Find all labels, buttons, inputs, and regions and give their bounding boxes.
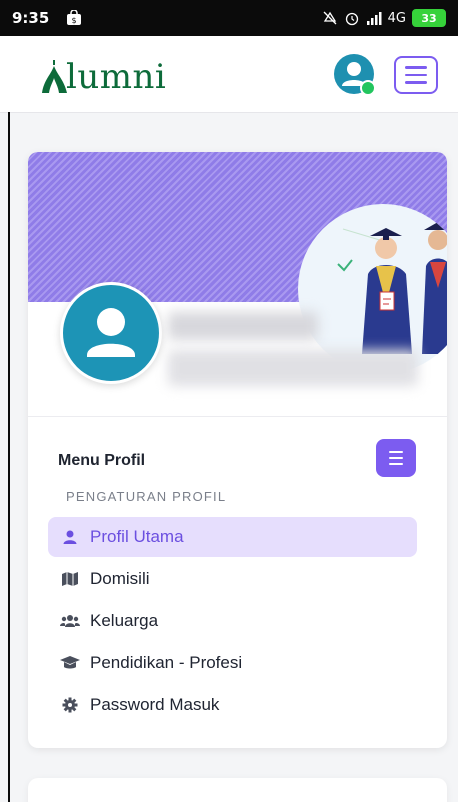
- menu-item-label: Keluarga: [90, 611, 159, 630]
- online-status-dot: [360, 80, 376, 96]
- profile-avatar[interactable]: [60, 282, 162, 384]
- map-icon: [60, 569, 80, 589]
- next-card: [28, 778, 447, 802]
- users-icon: [60, 611, 80, 631]
- menu-item-label: Password Masuk: [90, 695, 220, 714]
- profile-menu-list: Profil Utama Domisili Keluarga Pendidika…: [48, 517, 417, 727]
- hamburger-line: [389, 457, 403, 459]
- left-edge-line: [8, 112, 10, 802]
- gear-icon: [60, 695, 80, 715]
- section-label-pengaturan: PENGATURAN PROFIL: [66, 489, 227, 504]
- top-navbar: lumni: [0, 36, 458, 113]
- status-bar: 9:35 $ 4G 33: [0, 0, 458, 36]
- alarm-icon: [345, 12, 358, 26]
- network-type: 4G: [387, 10, 406, 26]
- graduation-cap-icon: [60, 653, 80, 673]
- hamburger-menu-button[interactable]: [394, 56, 438, 94]
- menu-item-label: Profil Utama: [90, 527, 184, 546]
- card-divider: [28, 416, 447, 417]
- menu-item-password-masuk[interactable]: Password Masuk: [48, 685, 417, 725]
- hamburger-line: [405, 81, 427, 84]
- alumni-logo[interactable]: lumni: [40, 50, 166, 94]
- graduation-illustration: [298, 204, 447, 374]
- phone-screen: 9:35 $ 4G 33 lumni Menu Profil PENGATURA…: [0, 0, 458, 802]
- menu-item-profil-utama[interactable]: Profil Utama: [48, 517, 417, 557]
- profile-card: Menu Profil PENGATURAN PROFIL Profil Uta…: [28, 152, 447, 748]
- hamburger-line: [405, 66, 427, 69]
- logo-text: lumni: [66, 57, 167, 97]
- user-icon: [87, 308, 135, 357]
- svg-text:$: $: [71, 16, 76, 25]
- hamburger-line: [405, 73, 427, 77]
- status-icons: 4G 33: [322, 9, 446, 27]
- menu-item-keluarga[interactable]: Keluarga: [48, 601, 417, 641]
- hamburger-line: [389, 463, 403, 465]
- user-avatar[interactable]: [334, 54, 376, 96]
- shopping-bag-icon: $: [67, 10, 81, 25]
- menu-profile-title: Menu Profil: [58, 452, 146, 469]
- menu-item-label: Pendidikan - Profesi: [90, 653, 243, 672]
- menu-item-domisili[interactable]: Domisili: [48, 559, 417, 599]
- profile-subtitle-redacted: [168, 350, 418, 386]
- user-icon: [60, 527, 80, 547]
- battery-indicator: 33: [412, 9, 446, 27]
- menu-item-label: Domisili: [90, 569, 150, 588]
- signal-icon: [366, 12, 382, 25]
- mosque-dome-logo-icon: [42, 60, 67, 93]
- menu-profile-toggle-button[interactable]: [376, 439, 416, 477]
- menu-item-pendidikan-profesi[interactable]: Pendidikan - Profesi: [48, 643, 417, 683]
- graduates-illustration-icon: [337, 222, 447, 354]
- status-time: 9:35: [12, 9, 50, 27]
- profile-name-redacted: [168, 312, 318, 340]
- mute-icon: [323, 11, 337, 25]
- hamburger-line: [389, 451, 403, 453]
